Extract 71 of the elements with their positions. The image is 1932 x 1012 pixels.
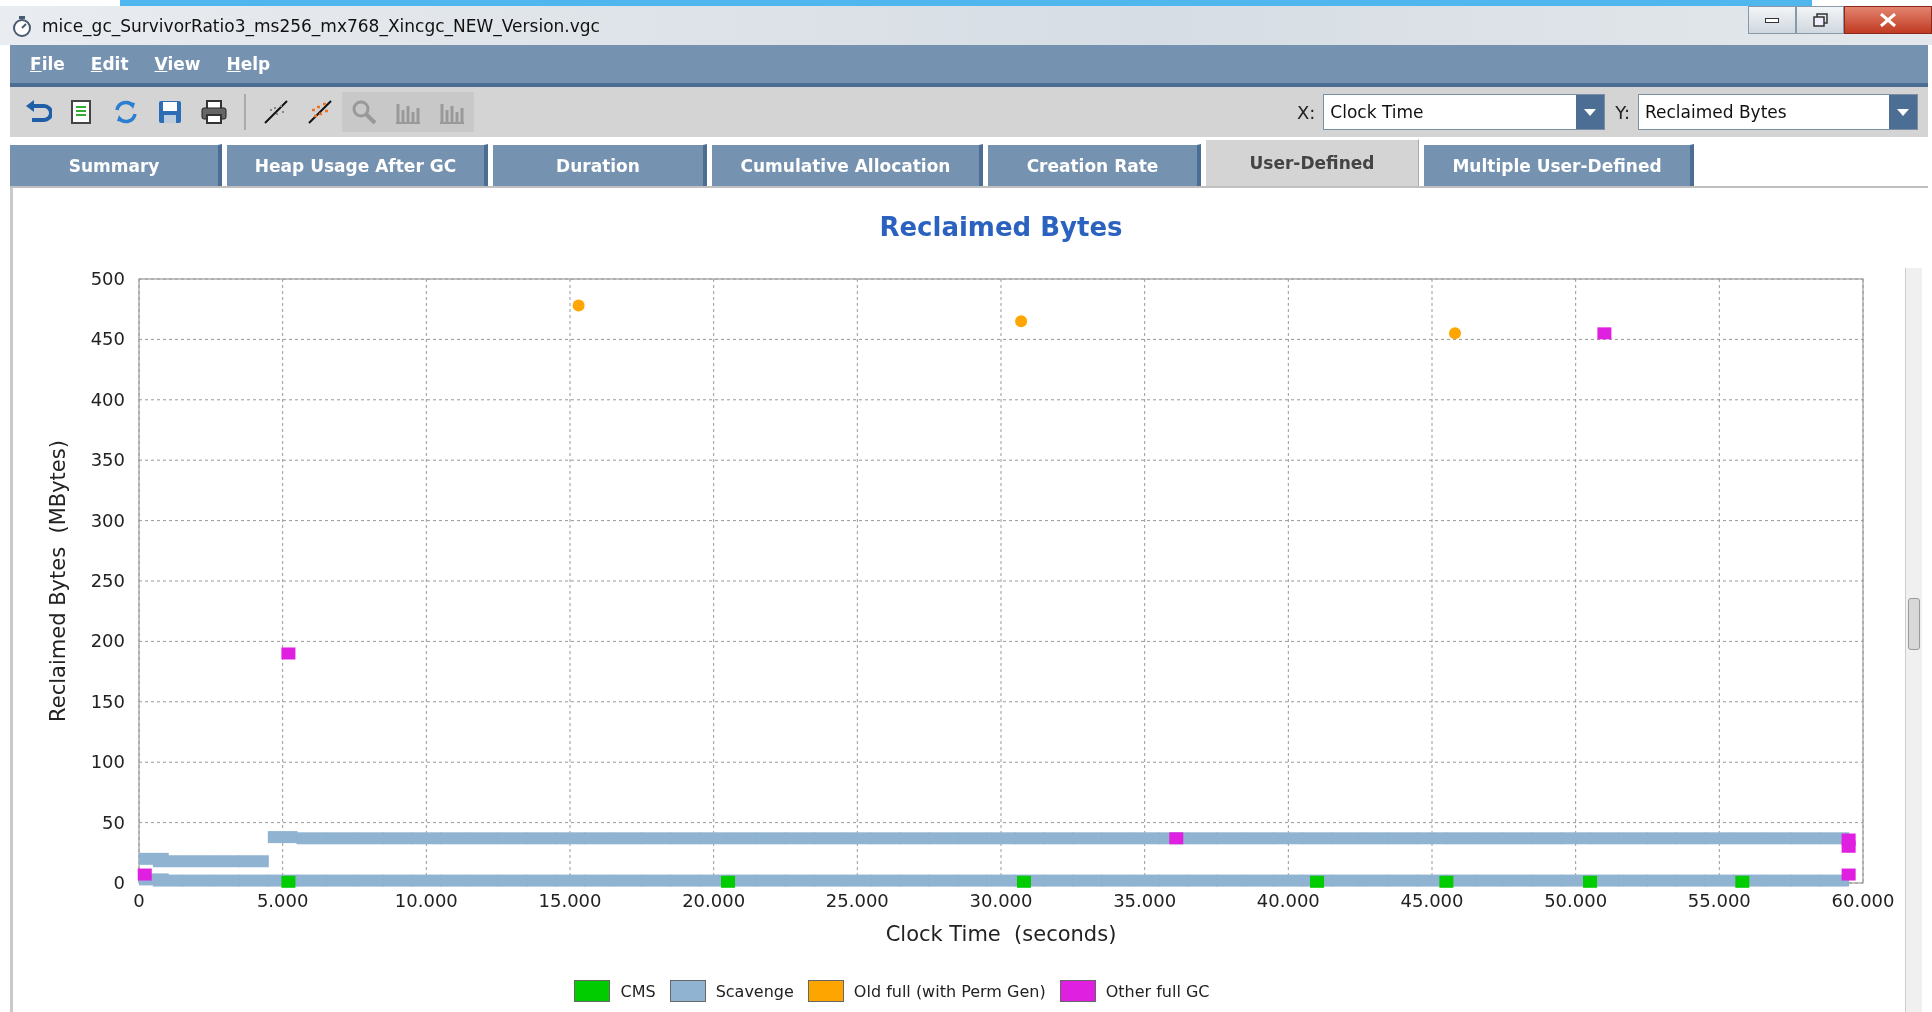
tick-label: 55.000: [1687, 890, 1751, 911]
menu-item[interactable]: View: [144, 50, 213, 78]
axis-dropdown[interactable]: Reclaimed Bytes: [1638, 94, 1918, 130]
close-icon: [1880, 13, 1896, 27]
dropdown-arrow-icon: [1896, 107, 1910, 117]
axis-label: Y:: [1615, 101, 1630, 123]
tick-label: 20.000: [682, 890, 746, 911]
scatter-point: [1597, 327, 1612, 340]
menu-item[interactable]: Help: [216, 50, 283, 78]
tick-label: 0: [113, 872, 125, 893]
stopwatch-icon: [12, 14, 32, 37]
tab[interactable]: Duration: [493, 144, 707, 186]
tick-label: 10.000: [394, 890, 458, 911]
menu-item[interactable]: Edit: [80, 50, 141, 78]
tick-label: 200: [90, 630, 125, 652]
tab[interactable]: User-Defined: [1206, 139, 1419, 186]
tick-label: 0: [133, 890, 145, 911]
close-button[interactable]: [1844, 6, 1932, 34]
scatter-point: [1015, 315, 1028, 328]
tick-label: 250: [90, 570, 125, 591]
tab[interactable]: Heap Usage After GC: [227, 144, 488, 186]
scatter-point: [267, 831, 298, 844]
tab[interactable]: Creation Rate: [988, 144, 1201, 186]
dotted-line-icon[interactable]: [306, 98, 334, 126]
tick-label: 15.000: [538, 890, 602, 911]
dropdown-arrow-icon: [1583, 107, 1598, 117]
scrollbar[interactable]: [1905, 268, 1922, 1012]
scatter-point: [281, 647, 296, 660]
tab[interactable]: Cumulative Allocation: [712, 144, 983, 186]
tick-label: 5.000: [256, 890, 309, 911]
tick-label: 400: [90, 388, 125, 410]
scatter-point: [1187, 832, 1217, 845]
axis-title: Clock Time (seconds): [885, 922, 1117, 946]
printer-icon[interactable]: [200, 98, 228, 126]
tick-label: 100: [90, 751, 125, 773]
minimize-button[interactable]: [1748, 6, 1796, 34]
legend-label: Scavenge: [715, 981, 794, 1001]
tab[interactable]: Multiple User-Defined: [1424, 144, 1694, 186]
axis-title: Reclaimed Bytes (MBytes): [46, 440, 70, 722]
legend-label: Other full GC: [1105, 981, 1210, 1001]
tick-label: 25.000: [825, 890, 889, 911]
tick-label: 50.000: [1544, 890, 1608, 911]
chart-title: Reclaimed Bytes: [879, 212, 1123, 242]
refresh-icon[interactable]: [112, 98, 140, 126]
tick-label: 450: [90, 328, 125, 350]
legend-label: CMS: [620, 981, 656, 1001]
scatter-point: [1449, 327, 1461, 340]
axis-dropdown[interactable]: Clock Time: [1323, 94, 1606, 130]
window-title: mice_gc_SurvivorRatio3_ms256_mx768_Xincgc_NEW_Version.vgc: [42, 15, 601, 36]
tab[interactable]: Summary: [10, 144, 222, 186]
tick-label: 350: [90, 449, 125, 471]
scatter-point: [572, 299, 585, 312]
tick-label: 40.000: [1256, 890, 1320, 911]
tick-label: 35.000: [1113, 890, 1177, 911]
restore-icon: [1812, 13, 1828, 27]
scrollbar-thumb[interactable]: [1908, 598, 1920, 650]
legend-label: Old full (with Perm Gen): [853, 981, 1046, 1001]
scatter-point: [239, 855, 269, 868]
restore-button[interactable]: [1796, 6, 1844, 34]
tick-label: 500: [90, 268, 125, 289]
line-icon[interactable]: [262, 98, 290, 126]
tick-label: 60.000: [1831, 890, 1895, 911]
save-icon[interactable]: [156, 98, 184, 126]
tick-label: 45.000: [1400, 890, 1464, 911]
tick-label: 300: [90, 509, 125, 531]
menu-item[interactable]: File: [20, 50, 77, 78]
tick-label: 50: [102, 811, 125, 833]
tick-label: 30.000: [969, 890, 1033, 911]
axis-label: X:: [1296, 101, 1316, 123]
minimize-icon: [1765, 17, 1779, 23]
tick-label: 150: [90, 690, 125, 712]
